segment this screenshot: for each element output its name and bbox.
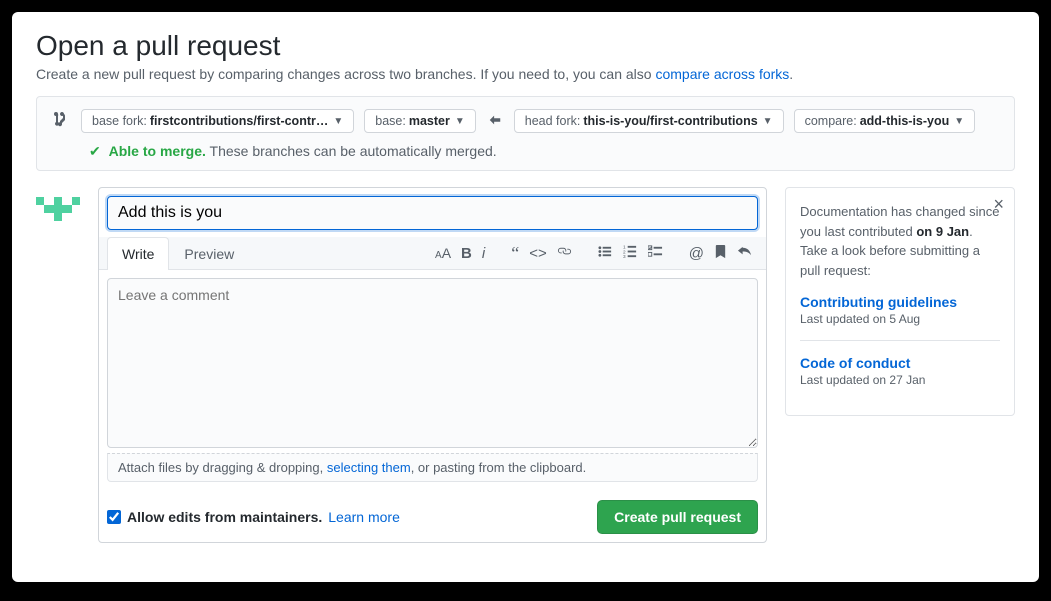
- base-value: master: [409, 114, 450, 128]
- contributing-guidelines-link[interactable]: Contributing guidelines: [800, 294, 1000, 310]
- subhead-text: Create a new pull request by comparing c…: [36, 66, 655, 82]
- merge-status: ✔ Able to merge. These branches can be a…: [51, 143, 1000, 160]
- svg-text:3: 3: [623, 254, 626, 259]
- pr-form: Write Preview AA B i “ <>: [98, 187, 767, 543]
- compare-box: base fork: firstcontributions/first-cont…: [36, 96, 1015, 171]
- quote-icon[interactable]: “: [511, 248, 519, 258]
- head-fork-select[interactable]: head fork: this-is-you/first-contributio…: [514, 109, 784, 133]
- base-fork-select[interactable]: base fork: firstcontributions/first-cont…: [81, 109, 354, 133]
- caret-icon: ▼: [954, 116, 964, 127]
- base-fork-value: firstcontributions/first-contr…: [150, 114, 328, 128]
- title-input[interactable]: [107, 196, 758, 230]
- page-title: Open a pull request: [36, 30, 1015, 62]
- attach-hint: Attach files by dragging & dropping, sel…: [107, 453, 758, 482]
- caret-icon: ▼: [455, 116, 465, 127]
- editor-tabs: Write Preview AA B i “ <>: [99, 237, 766, 270]
- bold-icon[interactable]: B: [461, 245, 472, 262]
- compare-forks-link[interactable]: compare across forks: [655, 66, 789, 82]
- create-pr-button[interactable]: Create pull request: [597, 500, 758, 534]
- bookmark-icon[interactable]: [714, 244, 727, 263]
- code-of-conduct-link[interactable]: Code of conduct: [800, 355, 1000, 371]
- write-tab[interactable]: Write: [107, 237, 169, 270]
- base-branch-select[interactable]: base: master ▼: [364, 109, 476, 133]
- check-icon: ✔: [89, 143, 101, 159]
- page-subhead: Create a new pull request by comparing c…: [36, 66, 1015, 82]
- code-icon[interactable]: <>: [529, 245, 547, 262]
- mention-icon[interactable]: @: [689, 245, 704, 262]
- avatar: [36, 187, 80, 231]
- link-icon[interactable]: [557, 244, 572, 263]
- divider: [800, 340, 1000, 341]
- documentation-notice: × Documentation has changed since you la…: [785, 187, 1015, 416]
- preview-tab[interactable]: Preview: [169, 237, 249, 270]
- merge-able-label: Able to merge.: [109, 143, 206, 159]
- base-fork-label: base fork:: [92, 114, 147, 128]
- learn-more-link[interactable]: Learn more: [328, 509, 400, 525]
- contributing-updated: Last updated on 5 Aug: [800, 312, 1000, 326]
- notice-date: on 9 Jan: [916, 224, 969, 239]
- compare-icon: [51, 111, 71, 131]
- reply-icon[interactable]: [737, 244, 752, 263]
- caret-icon: ▼: [333, 116, 343, 127]
- close-icon[interactable]: ×: [993, 194, 1004, 215]
- select-files-link[interactable]: selecting them: [327, 460, 411, 475]
- allow-edits-checkbox[interactable]: [107, 510, 121, 524]
- merge-detail: These branches can be automatically merg…: [210, 143, 497, 159]
- comment-textarea[interactable]: [107, 278, 758, 448]
- compare-value: add-this-is-you: [860, 114, 950, 128]
- caret-icon: ▼: [763, 116, 773, 127]
- allow-edits-label: Allow edits from maintainers.: [127, 509, 322, 525]
- head-fork-value: this-is-you/first-contributions: [583, 114, 757, 128]
- subhead-suffix: .: [789, 66, 793, 82]
- tasklist-icon[interactable]: [648, 244, 663, 263]
- italic-icon[interactable]: i: [482, 245, 485, 262]
- conduct-updated: Last updated on 27 Jan: [800, 373, 1000, 387]
- base-label: base:: [375, 114, 406, 128]
- head-fork-label: head fork:: [525, 114, 581, 128]
- compare-branch-select[interactable]: compare: add-this-is-you ▼: [794, 109, 976, 133]
- markdown-toolbar: AA B i “ <>: [435, 244, 758, 263]
- arrow-left-icon: [486, 113, 504, 130]
- ol-icon[interactable]: 123: [623, 244, 638, 263]
- header-icon[interactable]: AA: [435, 245, 451, 261]
- compare-label: compare:: [805, 114, 857, 128]
- ul-icon[interactable]: [598, 244, 613, 263]
- allow-edits-wrap[interactable]: Allow edits from maintainers. Learn more: [107, 509, 400, 525]
